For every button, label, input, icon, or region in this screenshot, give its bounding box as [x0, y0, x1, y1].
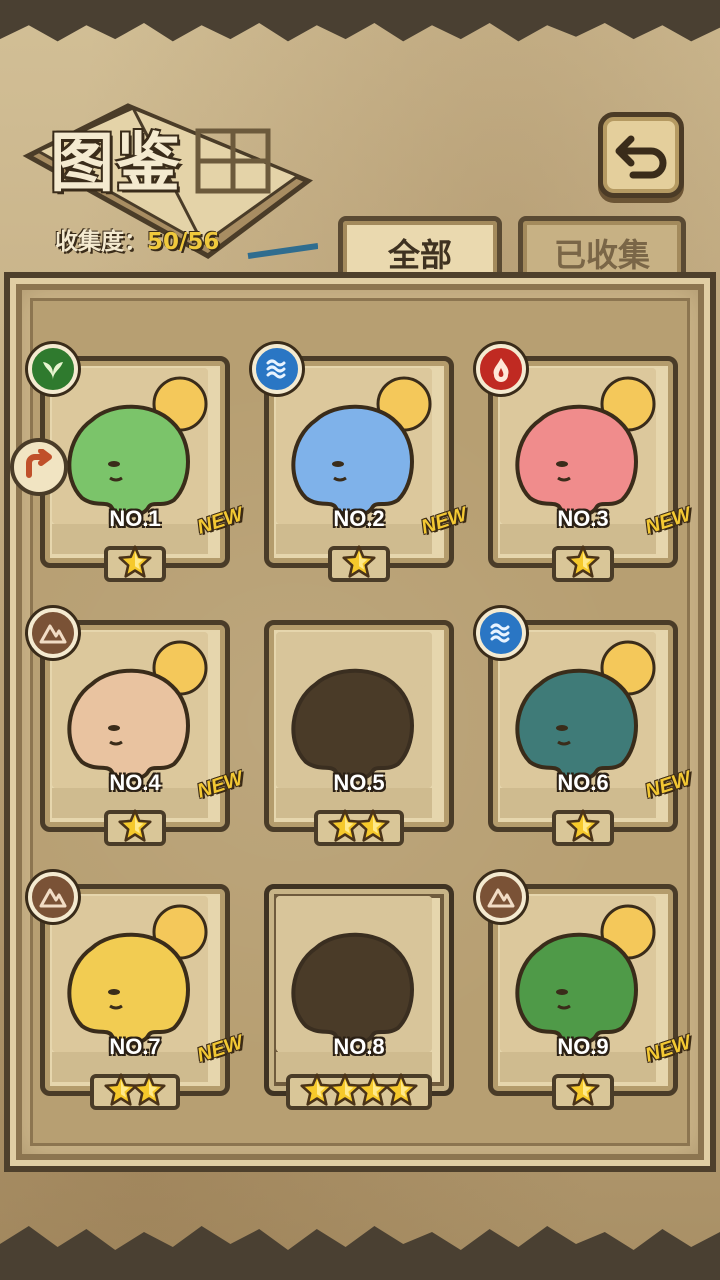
monster-portrait: [500, 896, 656, 1052]
star-icon: [118, 809, 152, 843]
earth-element-icon: [28, 872, 78, 922]
star-icon: [566, 545, 600, 579]
progress-label: 收集度：: [55, 229, 147, 255]
monster-card[interactable]: NO.8: [264, 884, 454, 1110]
star-icon: [566, 1073, 600, 1107]
star-rating: [264, 542, 454, 582]
star-rating: [488, 806, 678, 846]
water-element-icon: [476, 608, 526, 658]
star-rating: [40, 1070, 230, 1110]
monster-card[interactable]: NO.2 NEW: [252, 344, 470, 582]
monster-portrait: [500, 632, 656, 788]
star-rating: [40, 542, 230, 582]
monster-silhouette: [276, 632, 432, 788]
star-rating: [264, 806, 454, 846]
back-button[interactable]: [598, 112, 684, 198]
collection-progress: 收集度：50/56: [55, 222, 219, 256]
fire-element-icon: [476, 344, 526, 394]
star-icon: [342, 545, 376, 579]
star-rating: [488, 1070, 678, 1110]
page-title: 图鉴: [50, 126, 182, 201]
monster-silhouette: [276, 896, 432, 1052]
monster-card[interactable]: NO.9 NEW: [476, 872, 694, 1110]
monster-portrait: [52, 632, 208, 788]
scroll-arrow-icon: [26, 449, 52, 478]
grass-element-icon: [28, 344, 78, 394]
star-rating: [488, 542, 678, 582]
star-icon: [132, 1073, 166, 1107]
progress-value: 50/56: [147, 229, 220, 255]
return-arrow-icon: [615, 135, 667, 179]
monster-card[interactable]: NO.4 NEW: [28, 608, 246, 846]
monster-card[interactable]: NO.1 NEW: [28, 344, 246, 582]
monster-card[interactable]: NO.5: [264, 620, 454, 846]
monster-portrait: [52, 368, 208, 524]
card-number: NO.5: [333, 770, 385, 795]
side-arrow-button[interactable]: [10, 438, 68, 496]
water-element-icon: [252, 344, 302, 394]
monster-portrait: [52, 896, 208, 1052]
star-rating: [264, 1070, 454, 1110]
monster-portrait: [500, 368, 656, 524]
star-rating: [40, 806, 230, 846]
monster-portrait: [276, 368, 432, 524]
monster-card[interactable]: NO.7 NEW: [28, 872, 246, 1110]
monster-card[interactable]: NO.3 NEW: [476, 344, 694, 582]
star-icon: [356, 809, 390, 843]
earth-element-icon: [476, 872, 526, 922]
monster-card[interactable]: NO.6 NEW: [476, 608, 694, 846]
earth-element-icon: [28, 608, 78, 658]
card-number: NO.8: [333, 1034, 385, 1059]
star-icon: [566, 809, 600, 843]
star-icon: [384, 1073, 418, 1107]
star-icon: [118, 545, 152, 579]
